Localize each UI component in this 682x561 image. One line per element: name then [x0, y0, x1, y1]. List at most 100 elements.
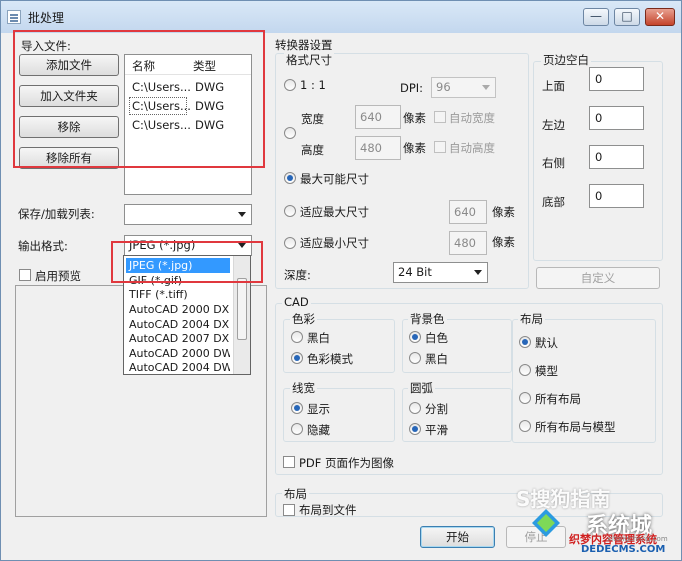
height-unit: 像素 [403, 141, 426, 155]
fit-max-radio[interactable] [284, 205, 296, 217]
fit-max-unit: 像素 [492, 205, 515, 219]
hide-label: 隐藏 [307, 423, 330, 437]
fit-min-label: 适应最小尺寸 [300, 236, 369, 250]
depth-combo[interactable]: 24 Bit [393, 262, 488, 283]
fit-min-radio[interactable] [284, 237, 296, 249]
highlight-import [13, 30, 265, 168]
site-logo-icon [531, 508, 561, 538]
auto-height-checkbox[interactable] [434, 141, 446, 153]
smooth-radio[interactable] [409, 423, 421, 435]
site-watermark-3: DEDECMS.COM [581, 544, 666, 555]
auto-width-label: 自动宽度 [449, 111, 495, 125]
layout-label: 布局 [282, 486, 309, 502]
auto-width-checkbox[interactable] [434, 111, 446, 123]
margin-left-label: 左边 [542, 118, 565, 132]
format-size-label: 格式尺寸 [284, 52, 334, 68]
margin-top-input[interactable]: 0 [589, 67, 644, 91]
width-unit: 像素 [403, 111, 426, 125]
ratio-radio[interactable] [284, 79, 296, 91]
white-label: 白色 [425, 331, 448, 345]
dropdown-option[interactable]: TIFF (*.tiff) [126, 287, 230, 302]
model-label: 模型 [535, 364, 558, 378]
margin-bottom-input[interactable]: 0 [589, 184, 644, 208]
color-mode-radio[interactable] [291, 352, 303, 364]
all-layouts-model-label: 所有布局与模型 [535, 420, 616, 434]
width-label: 宽度 [301, 112, 324, 126]
default-label: 默认 [535, 336, 558, 350]
start-button[interactable]: 开始 [420, 526, 495, 548]
list-combo[interactable] [124, 204, 252, 225]
show-label: 显示 [307, 402, 330, 416]
preview-checkbox[interactable] [19, 269, 31, 281]
default-radio[interactable] [519, 336, 531, 348]
cad-label: CAD [282, 295, 311, 309]
auto-height-label: 自动高度 [449, 141, 495, 155]
height-input[interactable]: 480 [355, 136, 401, 160]
max-size-label: 最大可能尺寸 [300, 172, 369, 186]
arc-label: 圆弧 [408, 380, 435, 396]
color-label: 色彩 [290, 311, 317, 327]
custom-size-radio[interactable] [284, 127, 296, 139]
split-radio[interactable] [409, 402, 421, 414]
fit-max-input[interactable]: 640 [449, 200, 487, 224]
minimize-button[interactable]: — [583, 8, 609, 26]
cad-layout-label: 布局 [518, 311, 545, 327]
mono-radio[interactable] [291, 331, 303, 343]
lineweight-label: 线宽 [290, 380, 317, 396]
converter-label: 转换器设置 [275, 38, 333, 52]
white-radio[interactable] [409, 331, 421, 343]
smooth-label: 平滑 [425, 423, 448, 437]
width-input[interactable]: 640 [355, 105, 401, 129]
window-title: 批处理 [28, 11, 65, 25]
preview-label: 启用预览 [35, 269, 81, 283]
depth-label: 深度: [284, 268, 311, 282]
bg-group [402, 319, 512, 373]
margin-top-label: 上面 [542, 79, 565, 93]
output-format-label: 输出格式: [18, 239, 68, 253]
margin-right-input[interactable]: 0 [589, 145, 644, 169]
dropdown-option[interactable]: AutoCAD 2004 DWG [126, 360, 230, 375]
margins-label: 页边空白 [541, 52, 591, 68]
fit-min-input[interactable]: 480 [449, 231, 487, 255]
dpi-label: DPI: [400, 81, 424, 95]
margin-bottom-label: 底部 [542, 195, 565, 209]
batch-window: 批处理 — □ ✕ 导入文件: 添加文件 加入文件夹 移除 移除所有 名称 类型… [0, 0, 682, 561]
bg-label: 背景色 [408, 311, 447, 327]
layout-to-file-label: 布局到文件 [299, 503, 357, 517]
color-mode-label: 色彩模式 [307, 352, 353, 366]
all-layouts-radio[interactable] [519, 392, 531, 404]
all-layouts-label: 所有布局 [535, 392, 581, 406]
highlight-output [111, 241, 263, 283]
ratio-label: 1 : 1 [300, 78, 326, 92]
model-radio[interactable] [519, 364, 531, 376]
dropdown-option[interactable]: AutoCAD 2000 DWG [126, 346, 230, 361]
dropdown-option[interactable]: AutoCAD 2000 DXF ( [126, 302, 230, 317]
hide-radio[interactable] [291, 423, 303, 435]
max-size-radio[interactable] [284, 172, 296, 184]
layout-to-file-checkbox[interactable] [283, 504, 295, 516]
pdf-page-checkbox[interactable] [283, 456, 295, 468]
black-label: 黑白 [425, 352, 448, 366]
pdf-page-label: PDF 页面作为图像 [299, 456, 395, 470]
black-radio[interactable] [409, 352, 421, 364]
fit-min-unit: 像素 [492, 235, 515, 249]
show-radio[interactable] [291, 402, 303, 414]
fit-max-label: 适应最大尺寸 [300, 205, 369, 219]
arc-group [402, 388, 512, 442]
close-button[interactable]: ✕ [645, 8, 675, 26]
custom-button[interactable]: 自定义 [536, 267, 660, 289]
height-label: 高度 [301, 143, 324, 157]
list-label: 保存/加载列表: [18, 207, 95, 221]
dpi-combo[interactable]: 96 [431, 77, 496, 98]
dropdown-option[interactable]: AutoCAD 2004 DXF ( [126, 317, 230, 332]
all-layouts-model-radio[interactable] [519, 420, 531, 432]
site-watermark-4: xitongcheng.com [607, 535, 668, 543]
margin-right-label: 右侧 [542, 156, 565, 170]
mono-label: 黑白 [307, 331, 330, 345]
app-icon [7, 10, 21, 24]
dropdown-option[interactable]: AutoCAD 2007 DXF ( [126, 331, 230, 346]
title-bar: 批处理 — □ ✕ [1, 1, 681, 33]
split-label: 分割 [425, 402, 448, 416]
margin-left-input[interactable]: 0 [589, 106, 644, 130]
maximize-button[interactable]: □ [614, 8, 640, 26]
